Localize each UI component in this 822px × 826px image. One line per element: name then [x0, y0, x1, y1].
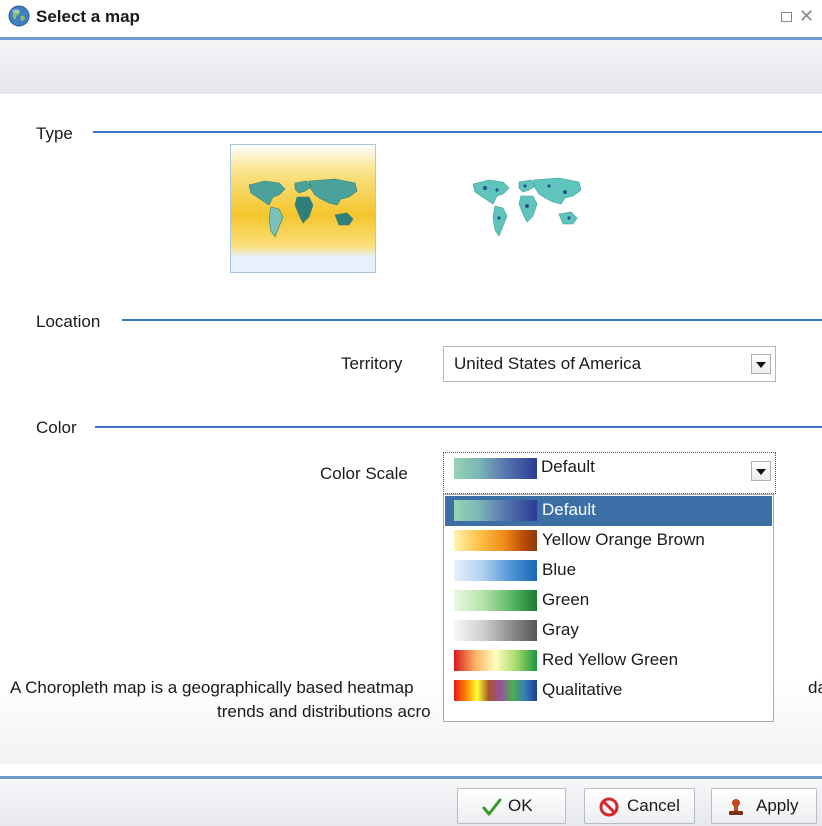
cancel-icon [599, 797, 619, 817]
checkmark-icon [482, 798, 502, 816]
apply-button[interactable]: Apply [711, 788, 817, 824]
color-swatch-red-yellow-green [454, 650, 537, 671]
footer-bar: OK Cancel Apply [0, 779, 822, 826]
color-swatch-blue [454, 560, 537, 581]
color-scale-dropdown-button[interactable] [747, 453, 775, 493]
color-swatch-qualitative [454, 680, 537, 701]
maximize-icon[interactable] [781, 12, 792, 22]
color-swatch-green [454, 590, 537, 611]
option-label: Yellow Orange Brown [542, 530, 705, 549]
bubble-world-map-icon [472, 177, 582, 237]
ok-button[interactable]: OK [457, 788, 566, 824]
color-scale-select[interactable]: Default [443, 452, 776, 494]
section-label-color: Color [36, 418, 77, 437]
title-bar: Select a map ✕ [0, 0, 822, 37]
color-scale-option-green[interactable]: Green [445, 586, 772, 616]
color-scale-option-red-yellow-green[interactable]: Red Yellow Green [445, 646, 772, 676]
section-rule-type [93, 131, 822, 133]
section-rule-location [122, 319, 822, 321]
window-title: Select a map [36, 7, 140, 26]
territory-dropdown-button[interactable] [747, 347, 775, 381]
header-band [0, 40, 822, 94]
map-type-choropleth[interactable] [230, 144, 376, 273]
color-scale-option-yellow-orange-brown[interactable]: Yellow Orange Brown [445, 526, 772, 556]
chevron-down-icon [756, 469, 766, 475]
territory-label: Territory [341, 354, 403, 373]
color-scale-option-qualitative[interactable]: Qualitative [445, 676, 772, 706]
map-type-bubble[interactable] [455, 144, 601, 273]
apply-button-label: Apply [756, 796, 799, 815]
cancel-button[interactable]: Cancel [584, 788, 695, 824]
section-label-location: Location [36, 312, 101, 331]
color-swatch-yellow-orange-brown [454, 530, 537, 551]
description-line-1-tail: data, [808, 678, 822, 697]
option-label: Blue [542, 560, 577, 579]
color-scale-option-blue[interactable]: Blue [445, 556, 772, 586]
color-scale-option-default[interactable]: Default [445, 496, 772, 526]
option-label: Qualitative [542, 680, 623, 699]
description-line-2: trends and distributions acro [217, 702, 431, 721]
stamp-icon [729, 799, 743, 815]
color-scale-option-gray[interactable]: Gray [445, 616, 772, 646]
chevron-down-icon [756, 362, 766, 368]
territory-value: United States of America [454, 354, 642, 373]
globe-icon [8, 5, 30, 27]
cancel-button-label: Cancel [627, 796, 680, 815]
color-scale-dropdown-list: Default Yellow Orange Brown Blue Green G… [443, 494, 774, 722]
option-label: Gray [542, 620, 579, 639]
option-label: Default [542, 500, 596, 519]
color-scale-value: Default [541, 457, 595, 476]
description-line-1: A Choropleth map is a geographically bas… [10, 678, 414, 697]
option-label: Green [542, 590, 590, 609]
color-swatch-default [454, 500, 537, 521]
section-label-type: Type [36, 124, 73, 143]
option-label: Red Yellow Green [542, 650, 679, 669]
color-scale-label: Color Scale [320, 464, 408, 483]
section-rule-color [95, 426, 822, 428]
color-swatch-default [454, 458, 537, 479]
close-icon[interactable]: ✕ [799, 6, 814, 27]
territory-select[interactable]: United States of America [443, 346, 776, 382]
color-swatch-gray [454, 620, 537, 641]
ok-button-label: OK [508, 796, 533, 815]
choropleth-world-map-icon [248, 178, 358, 238]
